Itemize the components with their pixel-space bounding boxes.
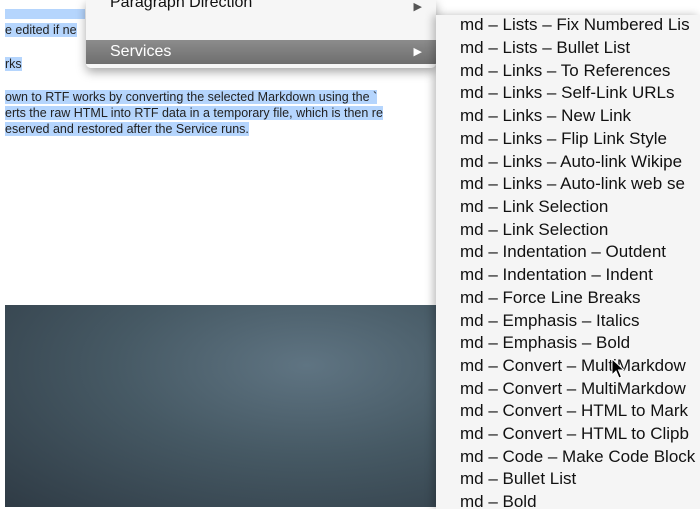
service-item[interactable]: md – Link Selection [460, 196, 608, 218]
service-item[interactable]: md – Links – Self-Link URLs [460, 82, 674, 104]
menu-item-label: Services [110, 43, 172, 60]
menu-item-services[interactable]: Services ▶ [86, 40, 436, 64]
service-item[interactable]: md – Force Line Breaks [460, 287, 640, 309]
service-item[interactable]: md – Links – To References [460, 60, 670, 82]
service-item[interactable]: md – Links – New Link [460, 105, 631, 127]
submenu-arrow-icon: ▶ [413, 46, 422, 58]
submenu-arrow-icon: ▶ [413, 1, 422, 13]
service-item[interactable]: md – Convert – HTML to Mark [460, 400, 688, 422]
document-line[interactable]: own to RTF works by converting the selec… [5, 89, 378, 105]
document-line[interactable]: eserved and restored after the Service r… [5, 121, 249, 137]
service-item[interactable]: md – Emphasis – Italics [460, 310, 640, 332]
service-item[interactable]: md – Lists – Fix Numbered Lis [460, 15, 690, 36]
service-item[interactable]: md – Indentation – Indent [460, 264, 653, 286]
service-item[interactable]: md – Convert – HTML to Clipb [460, 423, 689, 445]
service-item[interactable]: md – Bold [460, 491, 537, 509]
service-item[interactable]: md – Links – Flip Link Style [460, 128, 667, 150]
service-item[interactable]: md – Links – Auto-link web se [460, 173, 685, 195]
services-submenu: md – Lists – Fix Numbered Lis md – Lists… [436, 15, 700, 509]
screen-edge [0, 0, 5, 509]
menu-item-label: Paragraph Direction [110, 0, 253, 11]
service-item[interactable]: md – Convert – MultiMarkdow [460, 355, 686, 377]
menu-item-paragraph-direction[interactable]: Paragraph Direction ▶ [86, 0, 436, 25]
service-item[interactable]: md – Bullet List [460, 468, 576, 490]
service-item[interactable]: md – Convert – MultiMarkdow [460, 378, 686, 400]
service-item[interactable]: md – Emphasis – Bold [460, 332, 630, 354]
document-line-partial-top [5, 7, 85, 23]
document-line[interactable]: e edited if ne [5, 22, 77, 38]
context-menu: Paragraph Direction ▶ Services ▶ [86, 0, 436, 68]
desktop-background [5, 305, 436, 507]
service-item[interactable]: md – Link Selection [460, 219, 608, 241]
document-line[interactable]: erts the raw HTML into RTF data in a tem… [5, 105, 383, 121]
service-item[interactable]: md – Lists – Bullet List [460, 37, 630, 59]
service-item[interactable]: md – Code – Make Code Block [460, 446, 695, 468]
service-item[interactable]: md – Indentation – Outdent [460, 241, 666, 263]
document-line[interactable]: rks [5, 56, 22, 72]
mouse-pointer-icon [611, 358, 625, 379]
service-item[interactable]: md – Links – Auto-link Wikipe [460, 151, 682, 173]
